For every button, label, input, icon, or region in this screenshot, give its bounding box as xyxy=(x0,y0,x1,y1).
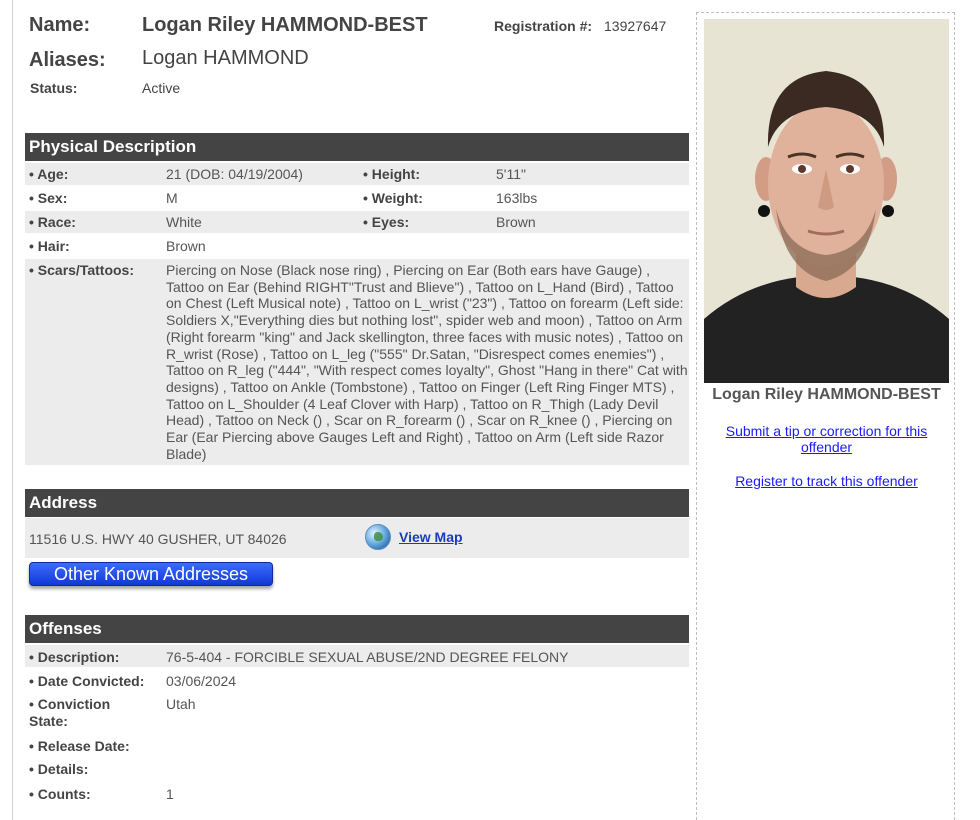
age-label: • Age: xyxy=(29,166,69,182)
sex-weight-row: • Sex: M • Weight: 163lbs xyxy=(25,187,689,209)
sex-value: M xyxy=(166,190,178,206)
address-row: 11516 U.S. HWY 40 GUSHER, UT 84026 View … xyxy=(25,518,689,558)
age-value: 21 (DOB: 04/19/2004) xyxy=(166,166,303,182)
hair-label: • Hair: xyxy=(29,238,70,254)
physical-description-header: Physical Description xyxy=(25,133,689,161)
register-track-link[interactable]: Register to track this offender xyxy=(707,473,946,489)
aliases-value: Logan HAMMOND xyxy=(142,47,309,69)
offender-photo xyxy=(704,19,949,383)
other-known-addresses-button[interactable]: Other Known Addresses xyxy=(29,562,273,586)
height-value: 5'11" xyxy=(496,166,526,182)
eyes-label: • Eyes: xyxy=(363,214,410,230)
offense-description-label: • Description: xyxy=(29,649,120,665)
view-map-link[interactable]: View Map xyxy=(399,529,463,545)
status-value: Active xyxy=(142,80,181,96)
date-convicted-label: • Date Convicted: xyxy=(29,673,145,689)
registration-label: Registration #: xyxy=(494,18,593,34)
hair-value: Brown xyxy=(166,238,206,254)
date-convicted-value: 03/06/2024 xyxy=(166,673,237,689)
age-height-row: • Age: 21 (DOB: 04/19/2004) • Height: 5'… xyxy=(25,163,689,185)
weight-value: 163lbs xyxy=(496,190,538,206)
eyes-value: Brown xyxy=(496,214,536,230)
counts-row: • Counts: 1 xyxy=(25,782,689,804)
scars-tattoos-label: • Scars/Tattoos: xyxy=(29,262,134,278)
race-value: White xyxy=(166,214,202,230)
status-label: Status: xyxy=(30,80,78,96)
address-header: Address xyxy=(25,489,689,517)
race-label: • Race: xyxy=(29,214,76,230)
counts-value: 1 xyxy=(166,786,174,802)
date-convicted-row: • Date Convicted: 03/06/2024 xyxy=(25,669,689,691)
conviction-state-label-line1: • Conviction xyxy=(29,696,111,712)
aliases-label: Aliases: xyxy=(29,49,106,71)
offense-description-value: 76-5-404 - FORCIBLE SEXUAL ABUSE/2ND DEG… xyxy=(166,649,569,665)
release-date-row: • Release Date: xyxy=(25,735,689,757)
offenses-header: Offenses xyxy=(25,615,689,643)
offender-name: Logan Riley HAMMOND-BEST xyxy=(142,14,428,36)
offense-description-row: • Description: 76-5-404 - FORCIBLE SEXUA… xyxy=(25,645,689,667)
submit-tip-link[interactable]: Submit a tip or correction for this offe… xyxy=(707,423,946,455)
hair-row: • Hair: Brown xyxy=(25,235,689,257)
scars-tattoos-row: • Scars/Tattoos: Piercing on Nose (Black… xyxy=(25,259,689,465)
offender-side-panel: Logan Riley HAMMOND-BEST Submit a tip or… xyxy=(696,12,955,820)
globe-icon[interactable] xyxy=(365,524,391,550)
view-map-link-wrap[interactable]: View Map xyxy=(365,524,463,550)
release-date-label: • Release Date: xyxy=(29,738,130,754)
weight-label: • Weight: xyxy=(363,190,423,206)
conviction-state-label-line2: State: xyxy=(29,713,68,729)
conviction-state-value: Utah xyxy=(166,696,196,712)
details-label: • Details: xyxy=(29,761,89,777)
details-row: • Details: xyxy=(25,758,689,780)
race-eyes-row: • Race: White • Eyes: Brown xyxy=(25,211,689,233)
conviction-state-label: • Conviction State: xyxy=(29,696,110,730)
name-label: Name: xyxy=(29,14,91,36)
counts-label: • Counts: xyxy=(29,786,91,802)
photo-caption: Logan Riley HAMMOND-BEST xyxy=(712,386,941,403)
offender-photo-illustration xyxy=(704,19,949,383)
sex-label: • Sex: xyxy=(29,190,68,206)
address-value: 11516 U.S. HWY 40 GUSHER, UT 84026 xyxy=(29,531,287,547)
registration-number: 13927647 xyxy=(604,18,667,34)
height-label: • Height: xyxy=(363,166,421,182)
scars-tattoos-value: Piercing on Nose (Black nose ring) , Pie… xyxy=(166,262,688,462)
conviction-state-row: • Conviction State: Utah xyxy=(25,693,689,733)
